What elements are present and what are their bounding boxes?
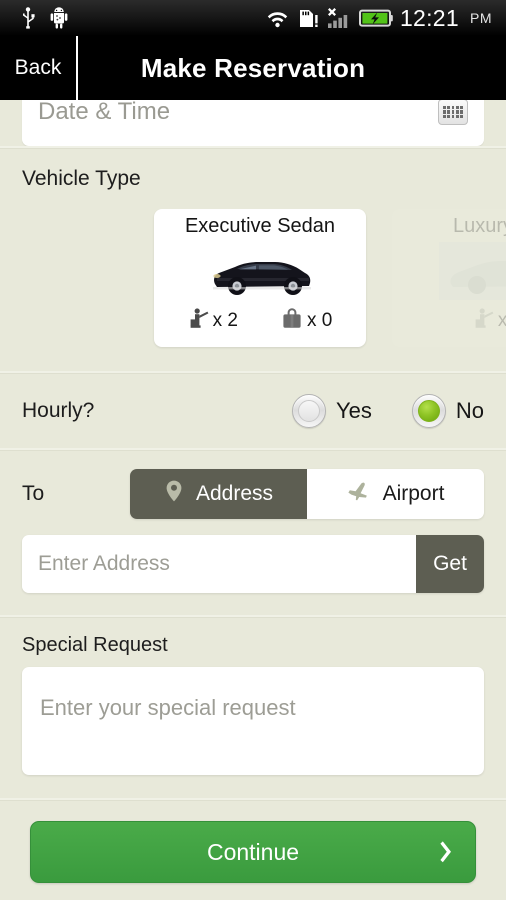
android-robot-icon — [50, 7, 68, 29]
destination-label: To — [22, 482, 45, 505]
get-address-label: Get — [433, 552, 467, 575]
passenger-count: x 2 — [497, 310, 506, 331]
status-bar-ampm: PM — [470, 10, 492, 26]
hourly-option-yes[interactable]: Yes — [291, 394, 372, 428]
passenger-capacity: x 2 — [188, 306, 238, 336]
hourly-section: Hourly? Yes No — [0, 373, 506, 450]
vehicle-type-section: Vehicle Type Executive Sedan x 2 x 0 Lux… — [0, 148, 506, 373]
hourly-option-no[interactable]: No — [411, 394, 484, 428]
signal-no-service-icon — [326, 7, 352, 29]
luggage-count: x 0 — [307, 310, 333, 331]
passenger-icon — [188, 306, 210, 336]
destination-row: To Address Airport — [22, 469, 484, 519]
tab-address-label: Address — [195, 482, 274, 505]
passenger-icon — [473, 306, 495, 336]
luggage-icon — [280, 307, 304, 335]
radio-no-label: No — [455, 398, 484, 423]
passenger-capacity: x 2 — [473, 306, 506, 336]
page-title: Make Reservation — [140, 52, 366, 83]
chevron-right-icon — [437, 840, 453, 864]
address-input[interactable] — [22, 535, 416, 593]
app-root: 12:21 PM Back Make Reservation Date & Ti… — [0, 0, 506, 900]
vehicle-card-name: Executive Sedan — [184, 215, 336, 237]
special-request-section: Special Request — [0, 617, 506, 800]
vehicle-carousel[interactable]: Executive Sedan x 2 x 0 Luxur x — [0, 209, 506, 357]
map-pin-icon — [164, 479, 184, 509]
tab-address[interactable]: Address — [130, 469, 307, 519]
back-button[interactable]: Back — [0, 36, 76, 100]
radio-no[interactable] — [411, 394, 446, 428]
calendar-keypad-grid — [443, 105, 463, 119]
date-time-field[interactable]: Date & Time — [22, 100, 484, 146]
vehicle-image-sedan — [201, 242, 319, 300]
get-address-button[interactable]: Get — [416, 535, 484, 593]
special-request-label: Special Request — [22, 634, 168, 656]
vehicle-card-name: Luxury Se — [452, 215, 506, 237]
vehicle-card-capacity: x 2 — [473, 306, 506, 336]
continue-button[interactable]: Continue — [30, 821, 476, 883]
title-bar: Back Make Reservation — [0, 36, 506, 100]
status-bar-left-icons — [8, 7, 68, 29]
destination-section: To Address Airport Enter Address Get — [0, 450, 506, 617]
footer-section: Continue — [0, 800, 506, 900]
date-time-placeholder: Date & Time — [38, 100, 171, 125]
back-button-label: Back — [14, 56, 62, 79]
usb-icon — [20, 7, 36, 29]
tab-airport-label: Airport — [382, 482, 445, 505]
address-row: Get — [22, 535, 484, 593]
vehicle-type-label: Vehicle Type — [22, 167, 141, 190]
passenger-count: x 2 — [212, 310, 238, 331]
status-bar: 12:21 PM — [0, 0, 506, 36]
calendar-keypad-icon[interactable] — [438, 100, 468, 125]
destination-tabs: Address Airport — [130, 469, 484, 519]
date-time-section: Date & Time — [0, 100, 506, 148]
form-content: Date & Time Vehicle Type Executive Sedan — [0, 100, 506, 900]
hourly-radio-group: Yes No — [291, 394, 484, 428]
radio-yes[interactable] — [291, 394, 326, 428]
hourly-label: Hourly? — [22, 399, 95, 422]
status-bar-right-icons: 12:21 PM — [265, 5, 498, 32]
vehicle-card-luxury-sedan[interactable]: Luxury Se — [392, 209, 506, 347]
special-request-input[interactable] — [22, 667, 484, 775]
airplane-icon — [347, 480, 371, 508]
radio-yes-label: Yes — [335, 398, 372, 423]
vehicle-card-capacity: x 2 x 0 — [188, 306, 332, 336]
tab-airport[interactable]: Airport — [307, 469, 484, 519]
wifi-icon — [265, 8, 290, 28]
vehicle-card-executive-sedan[interactable]: Executive Sedan x 2 x 0 — [154, 209, 366, 347]
vehicle-image-luxury-sedan — [439, 242, 506, 300]
sdcard-alert-icon — [297, 7, 319, 29]
luggage-capacity: x 0 — [280, 307, 332, 335]
status-bar-clock: 12:21 — [399, 4, 459, 31]
continue-button-label: Continue — [206, 838, 300, 865]
battery-charging-icon — [358, 8, 393, 28]
